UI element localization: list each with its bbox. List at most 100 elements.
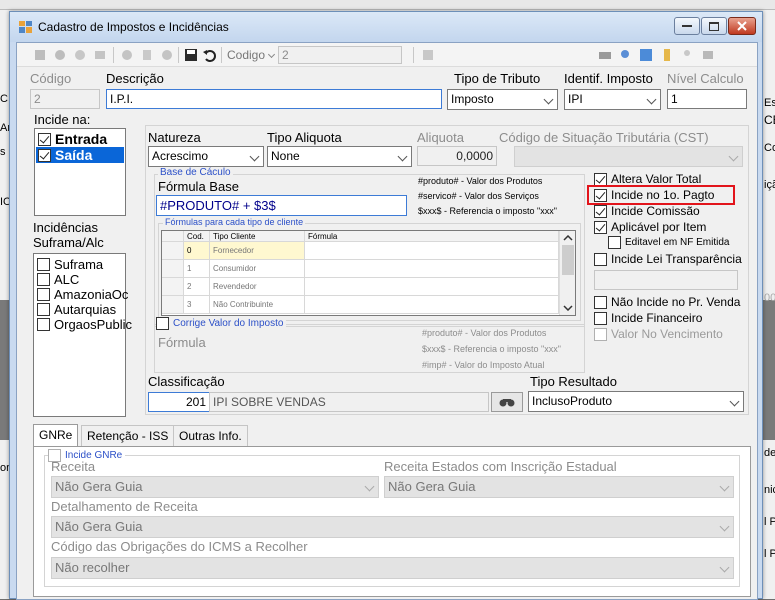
tipo-resultado-select[interactable]: InclusoProduto [528, 391, 744, 412]
table-cell[interactable]: 3 [184, 296, 210, 314]
amazonia-checkbox[interactable] [37, 288, 50, 301]
table-cell[interactable] [305, 260, 559, 278]
chevron-down-icon[interactable] [267, 50, 276, 59]
row-selector[interactable] [162, 296, 184, 314]
codigo-input[interactable]: 2 [30, 89, 100, 109]
valor-vencimento-option[interactable]: Valor No Vencimento [594, 327, 723, 341]
tab-gnre[interactable]: GNRe [33, 424, 79, 446]
formula-base-input[interactable]: #PRODUTO# + $3$ [156, 195, 407, 216]
table-cell[interactable]: Revendedor [210, 278, 305, 296]
classificacao-desc-input[interactable]: IPI SOBRE VENDAS [209, 392, 489, 412]
incide-financeiro-option[interactable]: Incide Financeiro [594, 311, 702, 325]
incide-comissao-option[interactable]: Incide Comissão [594, 204, 700, 218]
lei-transparencia-checkbox[interactable] [594, 252, 607, 266]
tab-outras-info[interactable]: Outras Info. [173, 425, 248, 447]
alc-checkbox[interactable] [37, 273, 50, 286]
row-selector[interactable] [162, 278, 184, 296]
scroll-down-icon[interactable] [563, 305, 573, 311]
save-icon[interactable] [184, 48, 198, 62]
incide-comissao-checkbox[interactable] [594, 204, 607, 218]
receita-select[interactable]: Não Gera Guia [51, 476, 379, 498]
entrada-checkbox[interactable] [38, 132, 51, 146]
valor-vencimento-checkbox[interactable] [594, 327, 607, 341]
scroll-up-icon[interactable] [563, 235, 573, 241]
calculator-icon[interactable] [421, 48, 435, 62]
classificacao-code-input[interactable]: 201 [148, 392, 210, 412]
tab-retencao-iss[interactable]: Retenção - ISS [81, 425, 175, 447]
list-item[interactable]: AmazoniaOc [37, 287, 128, 302]
corrige-checkbox[interactable] [156, 317, 169, 330]
table-cell[interactable]: 0 [184, 242, 210, 260]
undo-icon[interactable] [202, 48, 216, 62]
row-selector[interactable] [162, 260, 184, 278]
identif-imposto-select[interactable]: IPI [564, 89, 661, 110]
table-cell[interactable] [305, 296, 559, 314]
scroll-thumb[interactable] [562, 245, 574, 275]
lei-transparencia-input[interactable] [594, 270, 738, 290]
print-icon[interactable] [598, 48, 612, 62]
incide-financeiro-checkbox[interactable] [594, 311, 607, 325]
incide-saida-item[interactable]: Saída [36, 147, 124, 163]
refresh-icon[interactable] [639, 48, 653, 62]
aplicavel-option[interactable]: Aplicável por Item [594, 220, 706, 234]
filter-icon[interactable] [660, 48, 674, 62]
table-cell[interactable]: Consumidor [210, 260, 305, 278]
nao-incide-option[interactable]: Não Incide no Pr. Venda [594, 295, 740, 309]
toolbar-codigo-input[interactable]: 2 [278, 46, 402, 64]
natureza-select[interactable]: Acrescimo [148, 146, 264, 167]
user-icon[interactable] [680, 48, 694, 62]
list-item[interactable]: Autarquias [37, 302, 116, 317]
table-cell[interactable]: Fornecedor [210, 242, 305, 260]
title-bar[interactable]: Cadastro de Impostos e Incidências [10, 12, 762, 42]
search-icon[interactable] [73, 48, 87, 62]
table-cell[interactable]: Não Contribuinte [210, 296, 305, 314]
minimize-button[interactable] [674, 17, 700, 35]
orgaos-checkbox[interactable] [37, 318, 50, 331]
codigo-obrigacoes-select[interactable]: Não recolher [51, 557, 734, 579]
new-icon[interactable] [33, 48, 47, 62]
lei-transparencia-option[interactable]: Incide Lei Transparência [594, 252, 742, 266]
list-item[interactable]: Suframa [37, 257, 103, 272]
aplicavel-checkbox[interactable] [594, 220, 607, 234]
zoom-icon[interactable] [619, 48, 633, 62]
receita-estados-select[interactable]: Não Gera Guia [384, 476, 734, 498]
nivel-calculo-input[interactable]: 1 [667, 89, 747, 109]
incide-pagto-checkbox[interactable] [594, 188, 607, 202]
editavel-option[interactable]: Editavel em NF Emitida [608, 236, 729, 249]
table-cell[interactable] [305, 278, 559, 296]
cst-select[interactable] [514, 146, 743, 167]
edit-icon[interactable] [53, 48, 67, 62]
list-icon[interactable] [93, 48, 107, 62]
search-button[interactable] [491, 392, 523, 412]
autarquias-checkbox[interactable] [37, 303, 50, 316]
table-cell[interactable] [305, 242, 559, 260]
tipo-aliquota-select[interactable]: None [267, 146, 412, 167]
corrige-option[interactable]: Corrige Valor do Imposto [156, 317, 287, 330]
tipo-tributo-select[interactable]: Imposto [447, 89, 558, 110]
table-cell[interactable]: 2 [184, 278, 210, 296]
altera-valor-checkbox[interactable] [594, 172, 607, 186]
editavel-checkbox[interactable] [608, 236, 621, 249]
maximize-button[interactable] [701, 17, 727, 35]
list-item[interactable]: ALC [37, 272, 79, 287]
detalhamento-select[interactable]: Não Gera Guia [51, 516, 734, 538]
altera-valor-option[interactable]: Altera Valor Total [594, 172, 701, 186]
menu-icon[interactable] [701, 48, 715, 62]
descricao-input[interactable]: I.P.I. [106, 89, 442, 109]
formulas-grid[interactable]: Cod. Tipo Cliente Fórmula 0 Fornecedor 1… [161, 230, 576, 316]
row-selector[interactable] [162, 242, 184, 260]
saida-checkbox[interactable] [38, 148, 51, 162]
list-item[interactable]: OrgaosPublic [37, 317, 132, 332]
toolbar: Codigo 2 [17, 43, 757, 67]
suframa-checkbox[interactable] [37, 258, 50, 271]
close-button[interactable] [728, 17, 756, 35]
add-icon[interactable] [120, 48, 134, 62]
incide-entrada-item[interactable]: Entrada [38, 131, 107, 147]
grid-scrollbar[interactable] [559, 231, 575, 315]
nao-incide-checkbox[interactable] [594, 295, 607, 309]
table-cell[interactable]: 1 [184, 260, 210, 278]
aliquota-input[interactable]: 0,0000 [417, 146, 497, 166]
delete-icon[interactable] [160, 48, 174, 62]
document-icon[interactable] [140, 48, 154, 62]
incide-pagto-option[interactable]: Incide no 1o. Pagto [594, 188, 714, 202]
